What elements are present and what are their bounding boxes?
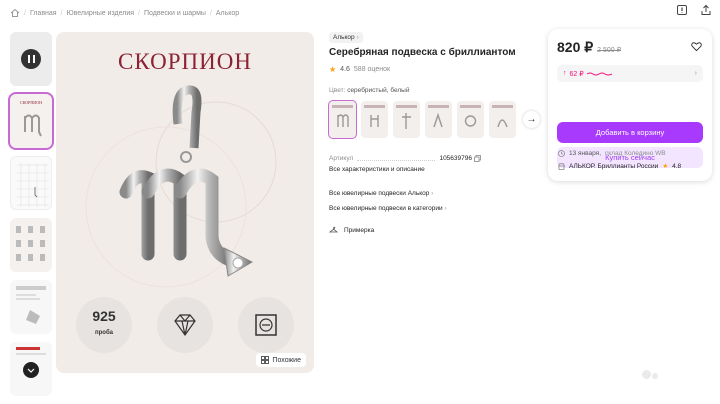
reviews-count[interactable]: 588 оценок — [354, 66, 390, 73]
link-category-pendants-label: Все ювелирные подвески в категории — [329, 205, 443, 212]
brand-link[interactable]: Алькор › — [329, 32, 363, 43]
feature-badge-diamond — [157, 297, 213, 353]
thumbnail-3[interactable] — [10, 218, 52, 272]
breadcrumb-brand[interactable]: Алькор — [216, 10, 239, 17]
color-label: Цвет: серебристый, белый — [329, 87, 409, 94]
diamond-icon — [174, 314, 196, 337]
star-icon: ★ — [329, 65, 337, 74]
shop-icon — [558, 162, 565, 170]
arrow-up-icon: ↑ — [563, 70, 567, 77]
try-on-link[interactable]: Примерка — [329, 226, 374, 234]
breadcrumb-pendants[interactable]: Подвески и шармы — [144, 10, 206, 17]
add-to-cart-button[interactable]: Добавить в корзину — [557, 122, 703, 143]
seller-info[interactable]: АЛЬКОР. Бриллианты России ★ 4.8 — [558, 162, 681, 170]
thumbnail-list: СКОРПИОН — [8, 32, 54, 404]
thumbnail-4[interactable] — [10, 280, 52, 334]
chevron-right-icon: › — [444, 205, 447, 212]
spec-article-value: 105639796 — [439, 154, 472, 162]
link-category-pendants[interactable]: Все ювелирные подвески в категории › — [329, 205, 447, 212]
main-product-image[interactable]: СКОРПИОН 925 проба Похожие — [56, 32, 314, 373]
swatch-1[interactable] — [328, 100, 357, 139]
swatch-5[interactable] — [457, 101, 484, 138]
chevron-right-icon: › — [694, 70, 697, 77]
arrow-right-icon: → — [526, 114, 537, 125]
rating-row[interactable]: ★ 4.6 588 оценок — [329, 65, 390, 74]
certificate-icon — [255, 314, 277, 336]
delivery-info: 13 января, склад Коледино WB — [558, 150, 666, 157]
wave-icon — [586, 72, 612, 75]
try-on-label: Примерка — [344, 226, 375, 234]
clock-icon — [558, 150, 565, 157]
color-swatches: → — [328, 100, 540, 139]
rating-value: 4.6 — [340, 66, 350, 73]
svg-text:СКОРПИОН: СКОРПИОН — [20, 100, 42, 105]
share-icon[interactable] — [700, 4, 712, 16]
hanger-icon — [329, 226, 338, 233]
swatch-6[interactable] — [489, 101, 516, 138]
thumbnail-5[interactable] — [10, 342, 52, 396]
spec-article-label: Артикул — [329, 154, 354, 162]
chevron-right-icon: › — [356, 34, 359, 41]
old-price: 2 500 ₽ — [597, 47, 622, 54]
copy-icon[interactable] — [474, 154, 481, 162]
breadcrumb-home[interactable]: Главная — [30, 10, 57, 17]
color-label-key: Цвет: — [329, 87, 346, 94]
product-title: Серебряная подвеска с бриллиантом — [329, 47, 516, 58]
spec-article: Артикул 105639796 — [329, 153, 481, 163]
swatch-2[interactable] — [361, 101, 388, 138]
breadcrumb-jewelry[interactable]: Ювелирные изделия — [67, 10, 135, 17]
video-pause-button[interactable] — [10, 32, 52, 86]
specs: Артикул 105639796 Все характеристики и о… — [329, 153, 481, 176]
feature-badge-rst — [238, 297, 294, 353]
star-icon: ★ — [662, 163, 669, 170]
watermark-text: Avito — [660, 362, 710, 384]
swatches-next-button[interactable]: → — [523, 111, 540, 128]
buy-card: 820 ₽ 2 500 ₽ ↑ 62 ₽ › Добавить в корзин… — [548, 29, 712, 181]
price-block: 820 ₽ 2 500 ₽ — [557, 39, 621, 56]
promo-value: 62 ₽ — [569, 70, 584, 78]
seller-name: АЛЬКОР. Бриллианты России — [569, 162, 659, 170]
similar-label: Похожие — [272, 356, 301, 364]
seller-rating: 4.8 — [672, 162, 682, 170]
thumbnail-1[interactable]: СКОРПИОН — [8, 92, 54, 150]
color-value: серебристый, белый — [347, 87, 410, 94]
report-icon[interactable] — [676, 4, 688, 16]
feature-925-value: 925 — [92, 308, 116, 324]
promo-row[interactable]: ↑ 62 ₽ › — [557, 65, 703, 82]
feature-badge-925: 925 проба — [76, 297, 132, 353]
link-brand-pendants[interactable]: Все ювелирные подвески Алькор › — [329, 190, 433, 197]
similar-icon — [261, 356, 270, 364]
breadcrumb: / Главная / Ювелирные изделия / Подвески… — [10, 5, 239, 21]
pause-icon — [21, 49, 41, 69]
swatch-3[interactable] — [393, 101, 420, 138]
link-brand-pendants-label: Все ювелирные подвески Алькор — [329, 190, 430, 197]
thumbnail-2[interactable] — [10, 156, 52, 210]
brand-name: Алькор — [333, 34, 355, 41]
delivery-place: склад Коледино WB — [605, 150, 666, 157]
all-specs-link[interactable]: Все характеристики и описание — [329, 166, 481, 176]
heart-icon[interactable] — [691, 41, 702, 52]
swatch-4[interactable] — [425, 101, 452, 138]
home-icon[interactable] — [10, 8, 20, 18]
feature-925-unit: проба — [94, 330, 113, 336]
avito-dots-icon — [641, 362, 658, 385]
price: 820 ₽ — [557, 39, 594, 55]
similar-button[interactable]: Похожие — [256, 353, 306, 367]
chevron-right-icon: › — [431, 190, 434, 197]
top-actions — [676, 4, 712, 16]
delivery-date: 13 января, — [569, 150, 602, 157]
watermark-logo: Avito — [641, 362, 710, 385]
